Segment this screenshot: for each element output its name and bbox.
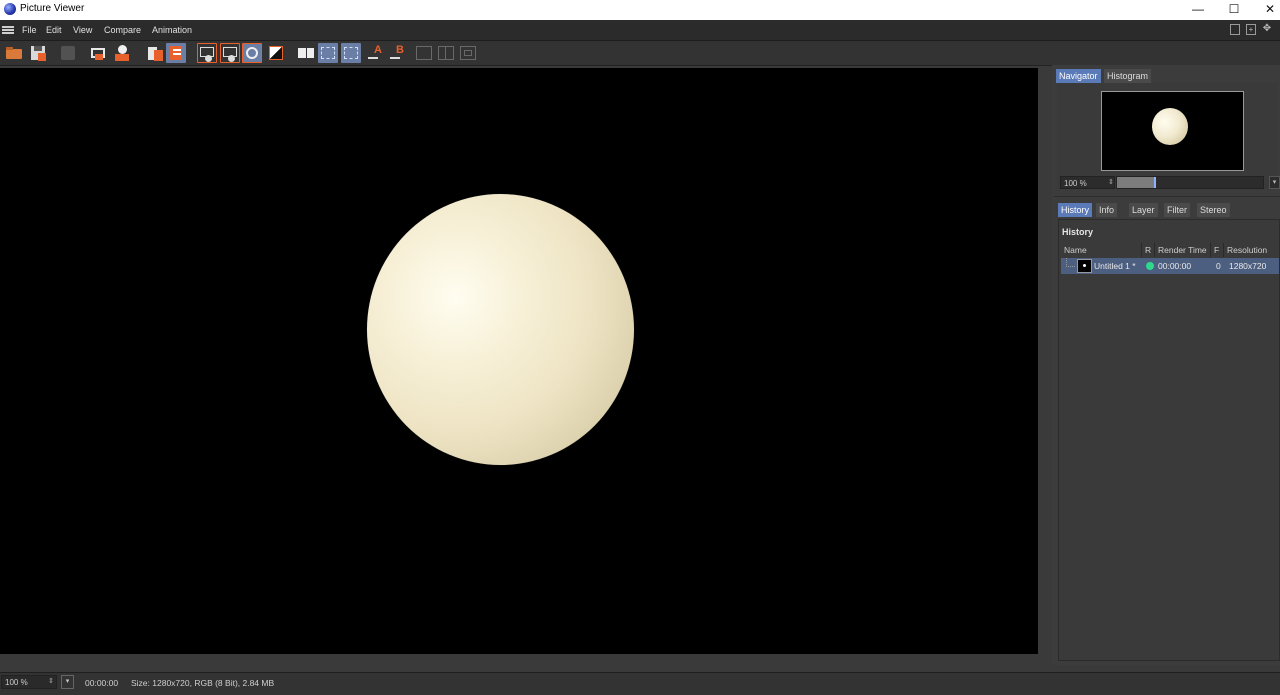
paste-icon[interactable] <box>166 43 186 63</box>
column-render-status[interactable]: R <box>1145 243 1151 257</box>
ab-compare-icon[interactable] <box>296 43 316 63</box>
column-frame[interactable]: F <box>1214 243 1219 257</box>
tree-connector <box>1066 258 1075 267</box>
show-ab-icon[interactable] <box>242 43 262 63</box>
hamburger-menu-icon[interactable] <box>2 26 14 34</box>
history-row-resolution: 1280x720 <box>1229 261 1267 271</box>
zoom-spinner-icon[interactable]: ⇕ <box>1108 178 1114 186</box>
column-name[interactable]: Name <box>1064 243 1087 257</box>
column-separator[interactable] <box>1141 243 1142 257</box>
open-icon[interactable] <box>4 43 24 63</box>
layout-1-icon[interactable] <box>414 43 434 63</box>
menu-edit[interactable]: Edit <box>46 25 62 35</box>
navigator-zoom-input[interactable]: 100 % <box>1060 176 1115 189</box>
column-separator[interactable] <box>1210 243 1211 257</box>
status-bar: 100 % ⇕ ▾ 00:00:00 Size: 1280x720, RGB (… <box>0 672 1280 695</box>
set-b-icon[interactable]: B <box>388 43 408 63</box>
layout-2-icon[interactable] <box>436 43 456 63</box>
menu-bar: File Edit View Compare Animation + ✥ <box>0 20 1280 41</box>
column-separator[interactable] <box>1223 243 1224 257</box>
split-vertical-icon[interactable] <box>341 43 361 63</box>
maximize-button[interactable]: ☐ <box>1216 0 1252 20</box>
history-row-render-time: 00:00:00 <box>1158 261 1192 271</box>
rendered-sphere <box>367 194 634 465</box>
title-bar: Picture Viewer — ☐ ✕ <box>0 0 1280 20</box>
move-icon[interactable]: ✥ <box>1262 24 1272 35</box>
panel-divider <box>1054 196 1280 197</box>
navigator-zoom-slider[interactable] <box>1116 176 1264 189</box>
stop-render-icon[interactable] <box>58 43 78 63</box>
zoom-slider-knob[interactable] <box>1154 177 1156 188</box>
set-a-icon[interactable]: A <box>366 43 386 63</box>
history-thumbnail <box>1077 259 1092 273</box>
split-horizontal-icon[interactable] <box>318 43 338 63</box>
minimize-button[interactable]: — <box>1180 0 1216 20</box>
render-to-viewer-icon[interactable] <box>112 43 132 63</box>
toolbar: A B <box>0 41 1280 66</box>
menu-view[interactable]: View <box>73 25 92 35</box>
thumbnail-sphere <box>1152 108 1188 145</box>
tab-navigator[interactable]: Navigator <box>1056 69 1101 83</box>
status-image-info: Size: 1280x720, RGB (8 Bit), 2.84 MB <box>131 678 275 688</box>
cinema4d-icon <box>4 3 16 15</box>
tab-stereo[interactable]: Stereo <box>1197 203 1230 217</box>
save-icon[interactable] <box>28 43 48 63</box>
status-zoom-spinner-icon[interactable]: ⇕ <box>48 677 54 685</box>
status-time: 00:00:00 <box>85 678 119 688</box>
tab-history[interactable]: History <box>1058 203 1093 217</box>
navigator-thumbnail[interactable] <box>1101 91 1244 171</box>
show-diff-icon[interactable] <box>266 43 286 63</box>
column-resolution[interactable]: Resolution <box>1227 243 1267 257</box>
history-row-frame: 0 <box>1216 261 1221 271</box>
show-a-icon[interactable] <box>197 43 217 63</box>
zoom-slider-fill <box>1117 177 1154 188</box>
layout-3-icon[interactable] <box>458 43 478 63</box>
column-separator[interactable] <box>1154 243 1155 257</box>
menu-animation[interactable]: Animation <box>152 25 192 35</box>
window-title: Picture Viewer <box>20 3 85 14</box>
panel-toggle-icon[interactable] <box>1230 24 1240 35</box>
render-region-icon[interactable] <box>88 43 108 63</box>
tab-histogram[interactable]: Histogram <box>1104 69 1152 83</box>
show-b-icon[interactable] <box>220 43 240 63</box>
tab-layer[interactable]: Layer <box>1129 203 1158 217</box>
history-title: History <box>1062 227 1094 237</box>
render-complete-icon <box>1146 262 1154 270</box>
copy-icon[interactable] <box>145 43 165 63</box>
tab-info[interactable]: Info <box>1096 203 1118 217</box>
history-panel <box>1058 219 1280 661</box>
status-zoom-dropdown-icon[interactable]: ▾ <box>61 675 74 689</box>
column-render-time[interactable]: Render Time <box>1158 243 1207 257</box>
new-panel-icon[interactable]: + <box>1246 24 1256 35</box>
menu-compare[interactable]: Compare <box>104 25 141 35</box>
menu-file[interactable]: File <box>22 25 37 35</box>
history-row-name: Untitled 1 * <box>1094 261 1136 271</box>
zoom-dropdown-icon[interactable]: ▾ <box>1269 176 1280 189</box>
close-button[interactable]: ✕ <box>1252 0 1280 20</box>
viewport-scrollbar[interactable] <box>1040 68 1050 654</box>
image-viewport[interactable] <box>0 68 1038 654</box>
tab-filter[interactable]: Filter <box>1164 203 1190 217</box>
